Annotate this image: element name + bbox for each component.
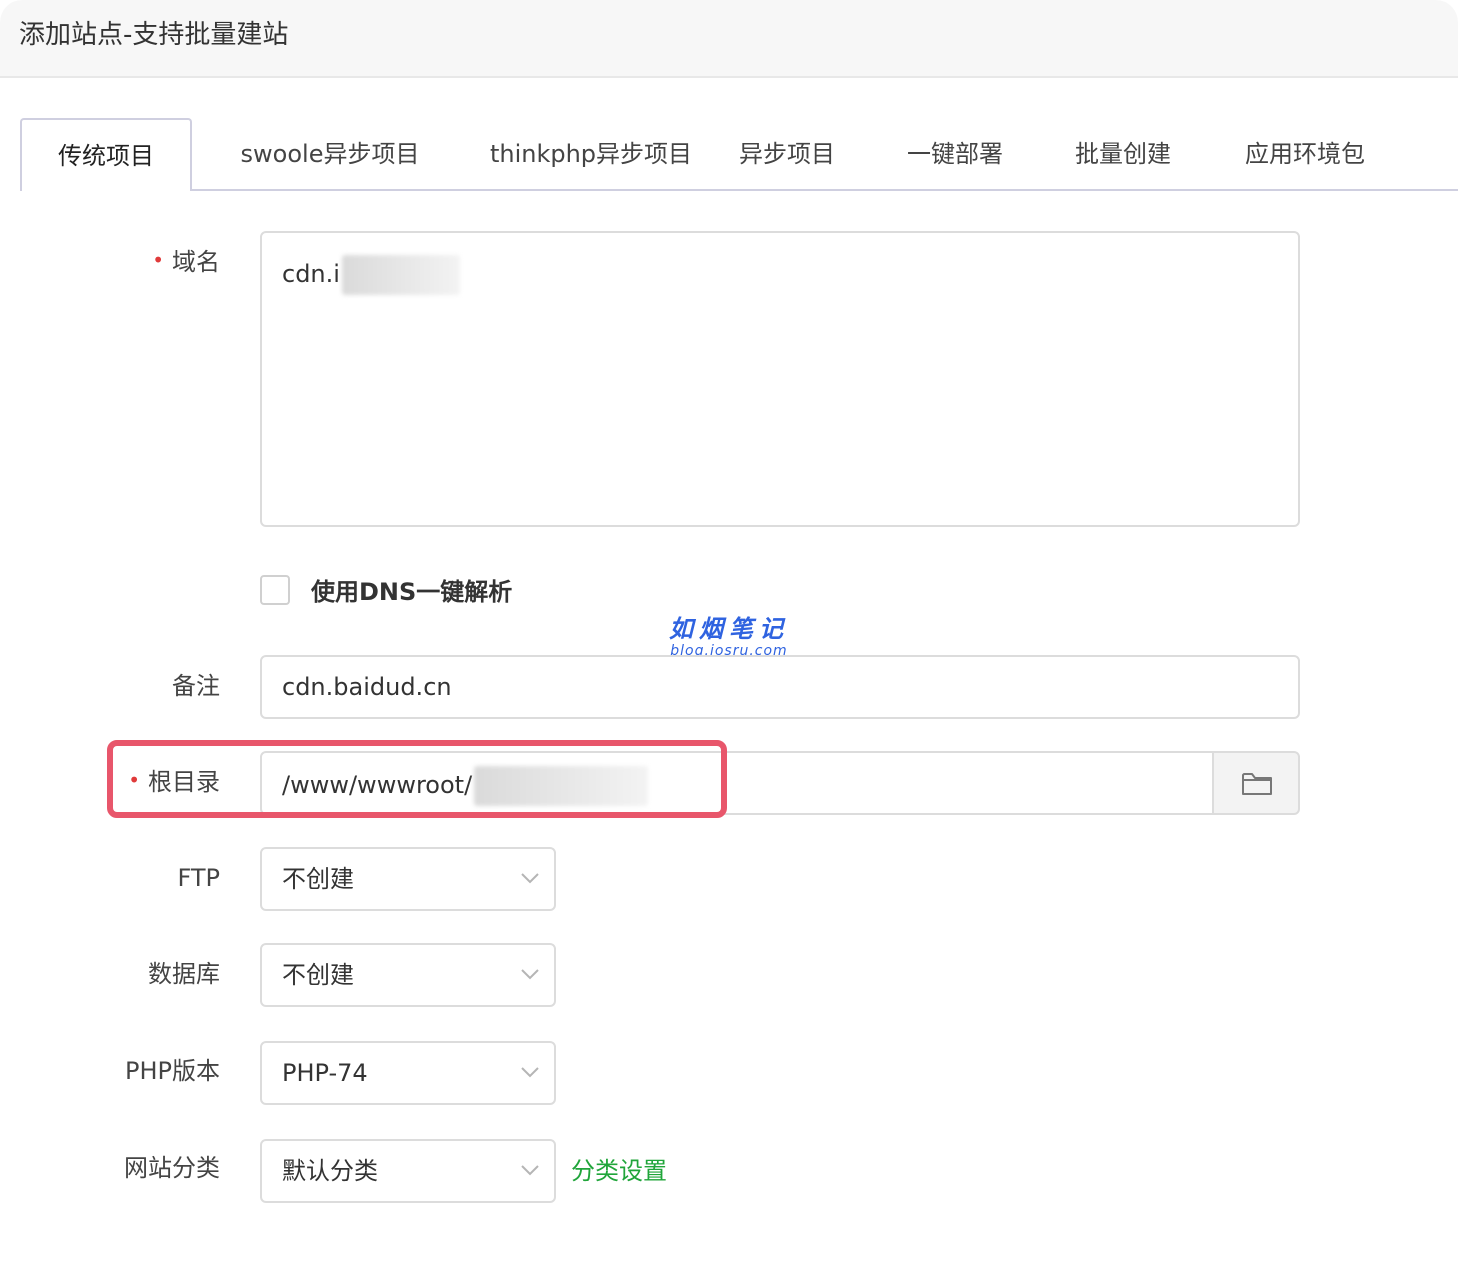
remark-label: 备注: [172, 672, 220, 700]
php-version-select-value: PHP-74: [282, 1059, 368, 1087]
browse-folder-button[interactable]: [1212, 751, 1300, 815]
chevron-down-icon: [521, 873, 539, 884]
site-category-label: 网站分类: [124, 1154, 220, 1182]
dns-checkbox[interactable]: [260, 575, 290, 605]
chevron-down-icon: [521, 1067, 539, 1078]
ftp-select-value: 不创建: [282, 865, 354, 893]
ftp-label: FTP: [177, 864, 220, 892]
root-dir-input-value: /www/wwwroot/: [282, 766, 649, 806]
dialog-title: 添加站点-支持批量建站: [19, 20, 289, 50]
root-dir-input[interactable]: /www/wwwroot/: [260, 751, 1214, 815]
project-type-tabs: 传统项目 swoole异步项目 thinkphp异步项目 异步项目 一键部署 批…: [20, 118, 1458, 191]
site-category-select-value: 默认分类: [282, 1157, 378, 1185]
watermark-title: 如烟笔记: [669, 615, 789, 643]
site-category-select[interactable]: 默认分类: [260, 1139, 556, 1203]
remark-input[interactable]: cdn.baidud.cn: [260, 655, 1300, 719]
tab-swoole-async-project[interactable]: swoole异步项目: [214, 118, 446, 191]
redacted-path-blur: [474, 766, 649, 806]
required-mark: •: [152, 248, 164, 272]
domain-textarea[interactable]: cdn.i: [260, 231, 1300, 527]
php-version-select[interactable]: PHP-74: [260, 1041, 556, 1105]
domain-textarea-value: cdn.i: [282, 255, 460, 295]
tab-thinkphp-async-project[interactable]: thinkphp异步项目: [460, 118, 722, 191]
database-select-value: 不创建: [282, 961, 354, 989]
tab-traditional-project[interactable]: 传统项目: [20, 118, 192, 191]
tab-one-click-deploy[interactable]: 一键部署: [892, 118, 1018, 191]
database-select[interactable]: 不创建: [260, 943, 556, 1007]
category-settings-link[interactable]: 分类设置: [571, 1154, 667, 1188]
chevron-down-icon: [521, 969, 539, 980]
folder-icon: [1242, 773, 1272, 795]
remark-input-value: cdn.baidud.cn: [282, 673, 452, 701]
root-dir-label: • 根目录: [128, 768, 220, 796]
dns-checkbox-label[interactable]: 使用DNS一键解析: [311, 575, 512, 609]
chevron-down-icon: [521, 1165, 539, 1176]
watermark-logo: 如烟笔记 blog.iosru.com: [664, 614, 794, 658]
redacted-domain-blur: [341, 255, 460, 295]
tab-app-env-package[interactable]: 应用环境包: [1230, 118, 1380, 191]
domain-label: • 域名: [152, 248, 220, 276]
tab-batch-create[interactable]: 批量创建: [1060, 118, 1186, 191]
ftp-select[interactable]: 不创建: [260, 847, 556, 911]
php-version-label: PHP版本: [125, 1057, 220, 1085]
add-site-dialog: 添加站点-支持批量建站 传统项目 swoole异步项目 thinkphp异步项目…: [0, 0, 1458, 1274]
tab-async-project[interactable]: 异步项目: [726, 118, 848, 191]
database-label: 数据库: [148, 960, 220, 988]
dialog-header: 添加站点-支持批量建站: [0, 0, 1458, 78]
